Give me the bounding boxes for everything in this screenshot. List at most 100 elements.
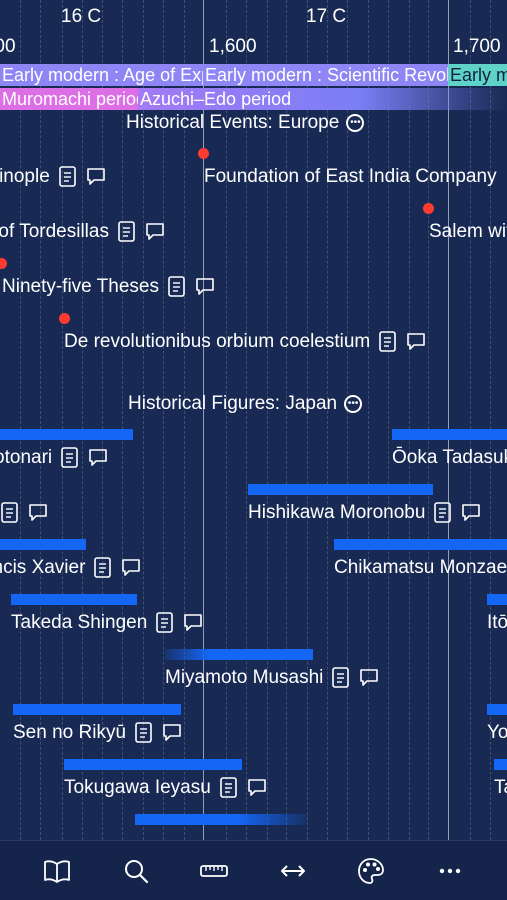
figure-label: Chikamatsu Monzaemon bbox=[334, 557, 507, 578]
century-label: 17 C bbox=[306, 6, 347, 27]
figure-label: Ta bbox=[494, 777, 507, 798]
figure-item[interactable]: Tokugawa Ieyasu bbox=[64, 777, 267, 799]
figure-label: Itō bbox=[487, 612, 507, 633]
figure-item[interactable]: Sen no Rikyū bbox=[13, 722, 182, 744]
figure-item[interactable]: Miyamoto Musashi bbox=[165, 667, 379, 689]
figure-item[interactable]: Ōoka Tadasuke bbox=[392, 447, 507, 469]
more-icon[interactable] bbox=[432, 853, 468, 889]
event-label: Ninety-five Theses bbox=[2, 276, 159, 297]
figure-item[interactable]: Hishikawa Moronobu bbox=[248, 502, 481, 524]
document-icon[interactable] bbox=[433, 502, 453, 524]
comment-icon[interactable] bbox=[121, 557, 141, 579]
grid-line bbox=[409, 0, 410, 840]
event-label: Fall of Constantinople bbox=[0, 166, 50, 187]
event-marker[interactable] bbox=[198, 148, 209, 159]
lifespan-bar[interactable] bbox=[64, 759, 242, 770]
comment-icon[interactable] bbox=[162, 722, 182, 744]
year-label: 1,500 bbox=[0, 36, 16, 57]
document-icon[interactable] bbox=[60, 447, 80, 469]
figure-item[interactable]: Francis Xavier bbox=[0, 557, 141, 579]
comment-icon[interactable] bbox=[88, 447, 108, 469]
period-bar-muromachi[interactable]: Muromachi period bbox=[0, 88, 138, 110]
lifespan-bar[interactable] bbox=[11, 594, 137, 605]
event-item[interactable]: De revolutionibus orbium coelestium bbox=[64, 331, 426, 353]
lifespan-bar[interactable] bbox=[13, 704, 181, 715]
document-icon[interactable] bbox=[58, 166, 78, 188]
figure-item[interactable]: Chikamatsu Monzaemon bbox=[334, 557, 507, 579]
event-item[interactable]: Ninety-five Theses bbox=[2, 276, 215, 298]
event-label: Salem witch trials bbox=[429, 221, 507, 242]
grid-line bbox=[368, 0, 369, 840]
palette-icon[interactable] bbox=[353, 853, 389, 889]
lifespan-bar[interactable] bbox=[248, 484, 433, 495]
figure-label: Mōri Motonari bbox=[0, 447, 53, 468]
event-label: De revolutionibus orbium coelestium bbox=[64, 331, 371, 352]
comment-icon[interactable] bbox=[145, 221, 165, 243]
period-bar-age-of-exploration[interactable]: Early modern : Age of Exploration bbox=[0, 64, 210, 86]
figure-item[interactable]: Ta bbox=[494, 777, 507, 799]
figure-item[interactable]: Mōri Motonari bbox=[0, 447, 108, 469]
comment-icon[interactable] bbox=[195, 276, 215, 298]
section-title-europe[interactable]: Historical Events: Europe ••• bbox=[126, 112, 365, 134]
figure-label: Hishikawa Moronobu bbox=[248, 502, 426, 523]
grid-line bbox=[428, 0, 429, 840]
document-icon[interactable] bbox=[219, 777, 239, 799]
event-item[interactable]: Fall of Constantinople bbox=[0, 166, 106, 188]
document-icon[interactable] bbox=[0, 502, 20, 524]
document-icon[interactable] bbox=[331, 667, 351, 689]
lifespan-bar[interactable] bbox=[487, 704, 507, 715]
document-icon[interactable] bbox=[134, 722, 154, 744]
document-icon[interactable] bbox=[167, 276, 187, 298]
comment-icon[interactable] bbox=[247, 777, 267, 799]
century-line bbox=[448, 0, 449, 840]
document-icon[interactable] bbox=[155, 612, 175, 634]
lifespan-bar[interactable] bbox=[135, 814, 307, 825]
book-icon[interactable] bbox=[39, 853, 75, 889]
event-item[interactable]: Foundation of East India Company bbox=[204, 166, 497, 188]
more-options-icon[interactable]: ••• bbox=[346, 114, 365, 132]
figure-label: Tokugawa Ieyasu bbox=[64, 777, 211, 798]
period-bar-azuchi-edo[interactable]: Azuchi–Edo period bbox=[138, 88, 507, 110]
figure-label: Miyamoto Musashi bbox=[165, 667, 324, 688]
century-label: 16 C bbox=[61, 6, 102, 27]
document-icon[interactable] bbox=[378, 331, 398, 353]
ruler-icon[interactable] bbox=[196, 853, 232, 889]
event-item[interactable]: Treaty of Tordesillas bbox=[0, 221, 165, 243]
grid-line bbox=[388, 0, 389, 840]
figure-label: Ōoka Tadasuke bbox=[392, 447, 507, 468]
timeline-canvas[interactable]: 16 C 17 C 1,500 1,600 1,700 Early modern… bbox=[0, 0, 507, 840]
lifespan-bar[interactable] bbox=[0, 539, 86, 550]
figure-icons[interactable] bbox=[0, 502, 48, 524]
lifespan-bar[interactable] bbox=[487, 594, 507, 605]
comment-icon[interactable] bbox=[406, 331, 426, 353]
bottom-toolbar bbox=[0, 840, 507, 900]
document-icon[interactable] bbox=[93, 557, 113, 579]
event-marker[interactable] bbox=[423, 203, 434, 214]
comment-icon[interactable] bbox=[461, 502, 481, 524]
event-item[interactable]: Salem witch trials bbox=[429, 221, 507, 243]
lifespan-bar[interactable] bbox=[0, 429, 133, 440]
lifespan-bar[interactable] bbox=[494, 759, 507, 770]
more-options-icon[interactable]: ••• bbox=[344, 395, 363, 413]
figure-item[interactable]: Takeda Shingen bbox=[11, 612, 203, 634]
period-bar-early-modern[interactable]: Early modern bbox=[448, 64, 507, 86]
comment-icon[interactable] bbox=[183, 612, 203, 634]
figure-item[interactable]: Yo bbox=[487, 722, 507, 744]
period-bar-scientific-revolution[interactable]: Early modern : Scientific Revolution bbox=[203, 64, 448, 86]
event-marker[interactable] bbox=[59, 313, 70, 324]
lifespan-bar[interactable] bbox=[334, 539, 507, 550]
figure-label: Takeda Shingen bbox=[11, 612, 148, 633]
figure-item[interactable]: Itō bbox=[487, 612, 507, 634]
figure-label: Sen no Rikyū bbox=[13, 722, 127, 743]
document-icon[interactable] bbox=[117, 221, 137, 243]
lifespan-bar[interactable] bbox=[392, 429, 507, 440]
expand-arrows-icon[interactable] bbox=[275, 853, 311, 889]
comment-icon[interactable] bbox=[86, 166, 106, 188]
search-icon[interactable] bbox=[118, 853, 154, 889]
section-title-japan[interactable]: Historical Figures: Japan ••• bbox=[128, 393, 363, 415]
section-title-label: Historical Figures: Japan bbox=[128, 393, 338, 414]
lifespan-bar[interactable] bbox=[165, 649, 313, 660]
event-marker[interactable] bbox=[0, 258, 7, 269]
comment-icon[interactable] bbox=[359, 667, 379, 689]
comment-icon[interactable] bbox=[28, 502, 48, 524]
